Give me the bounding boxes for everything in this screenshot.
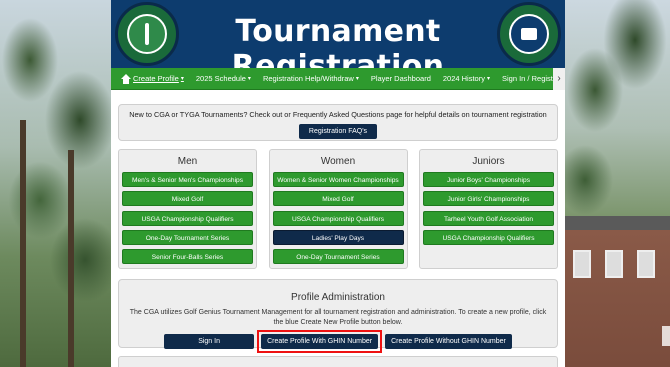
- juniors-column: Juniors Junior Boys' Championships Junio…: [419, 149, 558, 269]
- profile-buttons: Sign In Create Profile With GHIN Number …: [119, 330, 557, 353]
- nav-player-dashboard[interactable]: Player Dashboard: [371, 68, 431, 90]
- nav-sign-in-register[interactable]: Sign In / Register: [502, 68, 560, 90]
- women-column: Women Women & Senior Women Championships…: [268, 149, 408, 269]
- background-house: [565, 216, 670, 367]
- next-panel: [118, 356, 558, 367]
- women-column-title: Women: [320, 156, 356, 167]
- main-nav: Create Profile ▾ 2025 Schedule ▾ Registrat…: [111, 68, 565, 90]
- nav-next-arrow[interactable]: ›: [553, 68, 565, 90]
- nav-item-label: Sign In / Register: [502, 74, 560, 83]
- women-mixed-golf-button[interactable]: Mixed Golf: [272, 191, 404, 207]
- men-column: Men Men's & Senior Men's Championships M…: [118, 149, 257, 269]
- men-one-day-series-button[interactable]: One-Day Tournament Series: [122, 229, 253, 245]
- intro-panel: New to CGA or TYGA Tournaments? Check ou…: [118, 104, 558, 141]
- nav-2024-history[interactable]: 2024 History ▾: [443, 68, 490, 90]
- women-one-day-series-button[interactable]: One-Day Tournament Series: [272, 249, 404, 265]
- juniors-column-title: Juniors: [472, 156, 505, 167]
- nav-registration-help[interactable]: Registration Help/Withdraw ▾: [263, 68, 359, 90]
- profile-admin-title: Profile Administration: [291, 292, 385, 303]
- category-columns: Men Men's & Senior Men's Championships M…: [118, 149, 558, 269]
- women-usga-qualifiers-button[interactable]: USGA Championship Qualifiers: [272, 210, 404, 226]
- nav-item-label: 2025 Schedule: [195, 74, 246, 83]
- sign-in-button[interactable]: Sign In: [164, 334, 255, 349]
- men-column-title: Men: [177, 156, 198, 167]
- tarheel-youth-button[interactable]: Tarheel Youth Golf Association: [423, 210, 554, 226]
- nav-create-profile[interactable]: Create Profile ▾: [133, 68, 184, 90]
- chevron-down-icon: ▾: [355, 76, 359, 82]
- main-content: New to CGA or TYGA Tournaments? Check ou…: [111, 90, 565, 367]
- tygha-logo-icon[interactable]: [497, 2, 561, 66]
- chevron-down-icon: ▾: [486, 76, 490, 82]
- profile-admin-description: The CGA utilizes Golf Genius Tournament …: [129, 309, 547, 326]
- ladies-play-days-button[interactable]: Ladies' Play Days: [272, 229, 404, 245]
- background-right: [565, 0, 670, 367]
- nav-2025-schedule[interactable]: 2025 Schedule ▾: [196, 68, 251, 90]
- chevron-down-icon: ▾: [180, 76, 184, 82]
- nav-item-label: Registration Help/Withdraw: [262, 74, 354, 83]
- profile-admin-panel: Profile Administration The CGA utilizes …: [118, 279, 558, 353]
- create-profile-with-ghin-button[interactable]: Create Profile With GHIN Number: [261, 334, 379, 349]
- highlight-box: Create Profile With GHIN Number: [257, 330, 383, 353]
- junior-usga-qualifiers-button[interactable]: USGA Championship Qualifiers: [423, 229, 554, 245]
- background-left: [0, 0, 111, 367]
- intro-text: New to CGA or TYGA Tournaments? Check ou…: [129, 110, 547, 119]
- mens-championships-button[interactable]: Men's & Senior Men's Championships: [122, 172, 253, 187]
- page: Tournament Registration Create Profile ▾ …: [111, 0, 565, 367]
- senior-four-balls-button[interactable]: Senior Four-Balls Series: [122, 249, 253, 265]
- womens-championships-button[interactable]: Women & Senior Women Championships: [272, 172, 404, 187]
- create-profile-without-ghin-button[interactable]: Create Profile Without GHIN Number: [385, 334, 512, 349]
- chevron-down-icon: ▾: [247, 76, 251, 82]
- men-mixed-golf-button[interactable]: Mixed Golf: [122, 191, 253, 207]
- junior-boys-button[interactable]: Junior Boys' Championships: [423, 172, 554, 187]
- nav-item-label: Create Profile: [133, 74, 179, 83]
- men-usga-qualifiers-button[interactable]: USGA Championship Qualifiers: [122, 210, 253, 226]
- site-header: Tournament Registration: [111, 0, 565, 84]
- cga-logo-icon[interactable]: [115, 2, 179, 66]
- registration-faq-button[interactable]: Registration FAQ's: [298, 124, 378, 139]
- nav-item-label: Player Dashboard: [370, 74, 431, 83]
- junior-girls-button[interactable]: Junior Girls' Championships: [423, 191, 554, 207]
- page-scroll-handle[interactable]: [662, 326, 670, 346]
- nav-item-label: 2024 History: [442, 74, 485, 83]
